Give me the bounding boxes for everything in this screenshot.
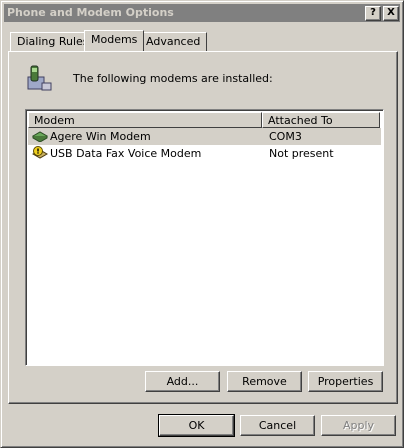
- column-header-attached-to[interactable]: Attached To: [262, 112, 380, 128]
- apply-button: Apply: [321, 415, 396, 436]
- phone-modem-icon: [27, 65, 52, 91]
- window-title: Phone and Modem Options: [7, 6, 174, 19]
- phone-and-modem-options-window: Phone and Modem Options ? X Dialing Rule…: [0, 0, 404, 448]
- help-button[interactable]: ?: [365, 6, 381, 21]
- modem-icon: [32, 131, 48, 142]
- modem-name: USB Data Fax Voice Modem: [50, 147, 202, 160]
- remove-button[interactable]: Remove: [227, 371, 302, 392]
- modem-attached-to: COM3: [269, 130, 302, 143]
- column-header-modem[interactable]: Modem: [28, 112, 262, 128]
- intro-text: The following modems are installed:: [73, 72, 273, 85]
- list-item[interactable]: Agere Win Modem COM3: [28, 128, 381, 145]
- add-button[interactable]: Add...: [145, 371, 220, 392]
- title-bar: Phone and Modem Options ? X: [4, 4, 400, 22]
- tab-dialing-rules[interactable]: Dialing Rules: [10, 32, 96, 51]
- tab-modems[interactable]: Modems: [84, 30, 145, 51]
- modem-name: Agere Win Modem: [50, 130, 151, 143]
- modem-attached-to: Not present: [269, 147, 334, 160]
- ok-button[interactable]: OK: [158, 414, 235, 437]
- cancel-button[interactable]: Cancel: [240, 415, 315, 436]
- modem-warning-icon: [32, 146, 48, 159]
- tab-advanced[interactable]: Advanced: [139, 32, 208, 51]
- modem-list[interactable]: Modem Attached To Agere Win Modem COM3 U…: [25, 109, 384, 366]
- properties-button[interactable]: Properties: [308, 371, 383, 392]
- close-button[interactable]: X: [383, 6, 399, 21]
- list-item[interactable]: USB Data Fax Voice Modem Not present: [28, 145, 381, 162]
